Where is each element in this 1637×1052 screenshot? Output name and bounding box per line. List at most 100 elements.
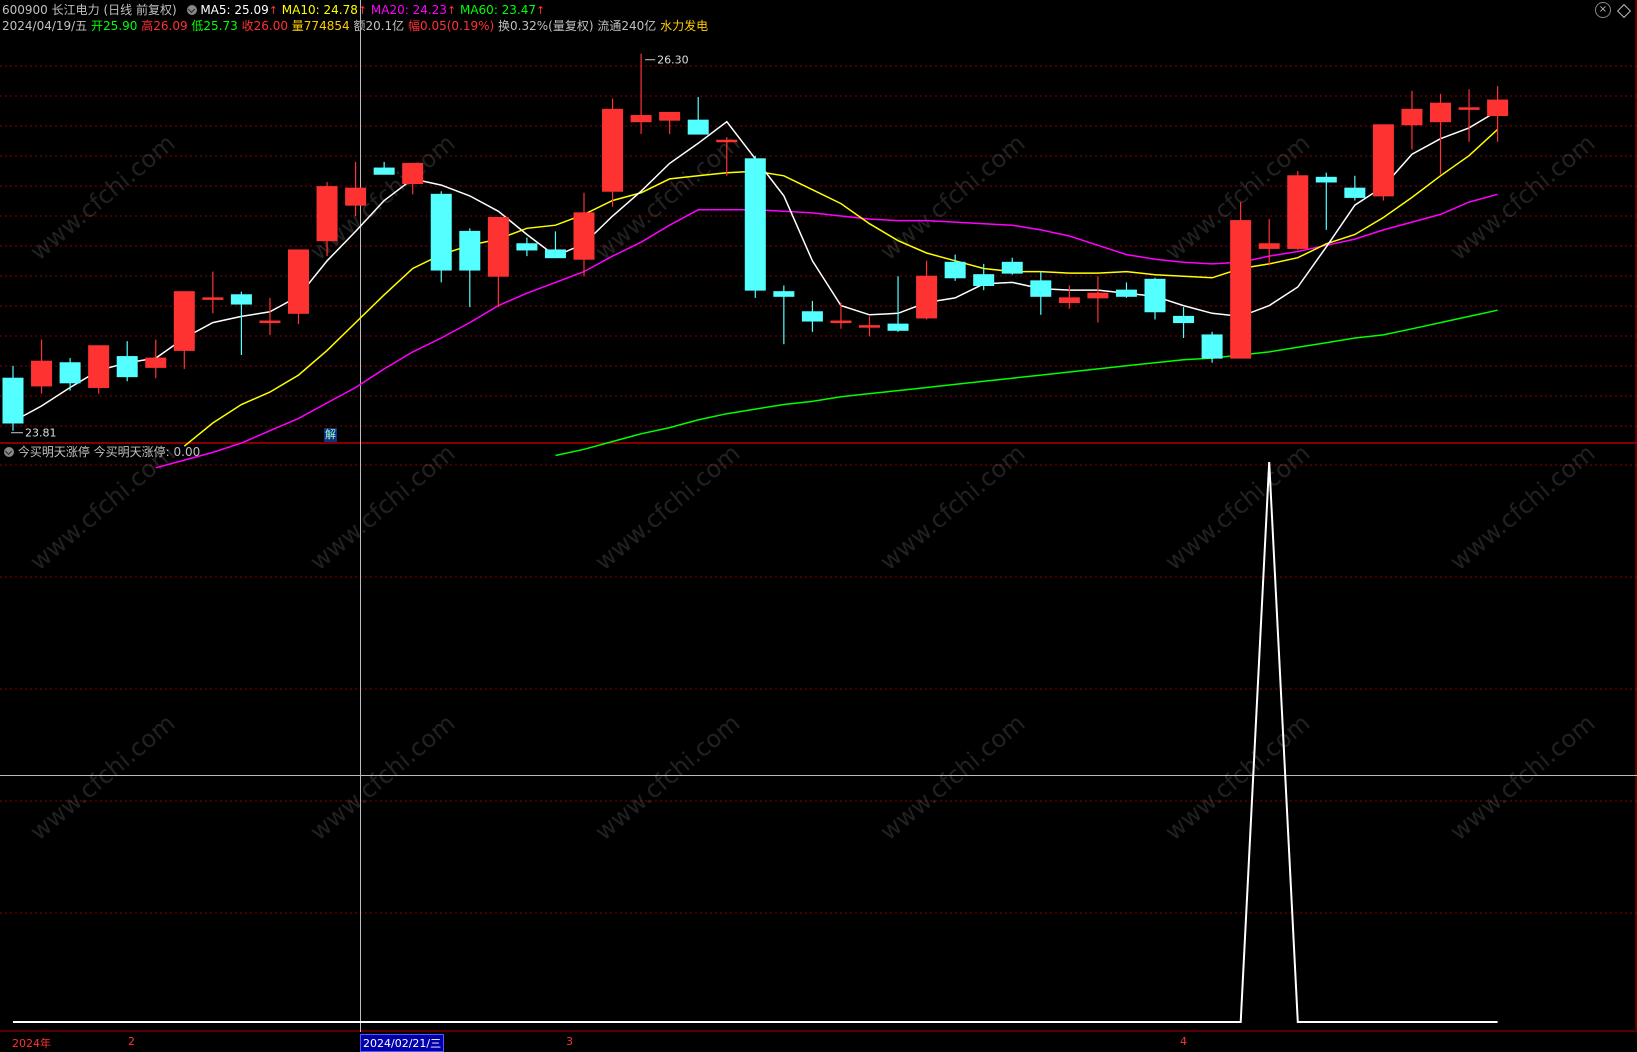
ma-legend-row: 600900 长江电力 (日线 前复权) MA5: 25.09↑ MA10: 2… [2,2,545,18]
ma20-up-arrow-icon: ↑ [446,4,457,17]
watermark-text: www.cfchi.com [875,439,1031,576]
candle-down [230,294,252,305]
ma10-up-arrow-icon: ↑ [357,4,368,17]
watermark-text: www.cfchi.com [1445,129,1601,266]
candle-up [288,249,309,314]
candle-down [2,377,24,424]
candle-up [145,357,167,368]
quote-info-row: 2024/04/19/五 开25.90 高26.09 低25.73 收26.00… [2,18,708,34]
quote-low: 低25.73 [191,19,238,33]
x-axis-month-2: 2 [128,1035,135,1048]
candle-down [944,261,966,279]
candle-up [1287,175,1309,249]
candle-down [544,249,566,259]
candle-up [830,320,852,324]
candle-down [887,323,909,331]
candle-up [1458,107,1480,110]
candle-up [916,275,938,319]
x-axis-month-4: 4 [1180,1035,1187,1048]
ma60-line [555,309,1498,457]
ma60-label: MA60: 23.47 [459,3,537,17]
watermark-text: www.cfchi.com [590,709,746,846]
candle-up [602,108,624,192]
ma5-label: MA5: 25.09 [200,3,269,17]
quote-turnover: 换0.32%(量复权) [498,19,594,33]
candle-down [116,356,138,378]
ma20-label: MA20: 24.23 [370,3,447,17]
jie-badge[interactable]: 解 [324,428,337,442]
candle-down [1144,278,1166,313]
watermark-text: www.cfchi.com [590,439,746,576]
close-icon[interactable]: × [1595,2,1611,18]
candle-down [59,362,81,384]
chart-stage[interactable]: www.cfchi.com www.cfchi.com www.cfchi.com w… [0,0,1637,1052]
quote-sector[interactable]: 水力发电 [660,19,708,33]
watermark-text: www.cfchi.com [1160,439,1316,576]
candle-down [773,291,795,297]
quote-change-label: 幅 [408,19,421,33]
candle-down [430,193,452,271]
candle-up [88,345,110,388]
candle-up [202,297,224,300]
candle-down [1030,280,1052,297]
candle-down [1201,334,1223,359]
ma10-label: MA10: 24.78 [281,3,358,17]
candle-up [487,217,509,277]
candle-down [1344,187,1366,198]
candle-up [259,320,281,324]
cursor-date-label: 2024/02/21/三 [360,1034,445,1052]
ma5-up-arrow-icon: ↑ [268,4,278,17]
candle-down [973,274,995,286]
candle-down [1001,261,1023,274]
quote-volume: 量774854 [291,19,350,33]
candle-up [716,139,738,143]
candle-up [1087,292,1109,299]
watermark-text: www.cfchi.com [1160,709,1316,846]
watermark-text: www.cfchi.com [875,129,1031,266]
watermark-text: www.cfchi.com [305,709,461,846]
candle-down [1173,315,1195,324]
candle-up [402,162,424,185]
x-axis-month-3: 3 [566,1035,573,1048]
candle-up [859,325,880,328]
quote-float-cap: 流通240亿 [597,19,657,33]
settings-circle-icon[interactable] [186,5,197,15]
candle-up [659,111,681,121]
watermark-text: www.cfchi.com [305,439,461,576]
indicator-legend-row: 今买明天涨停 今买明天涨停: 0.00 [2,444,200,460]
candle-up [345,187,367,206]
watermark-text: www.cfchi.com [1445,439,1601,576]
candle-down [1115,289,1137,297]
stock-name: 长江电力 [51,3,100,17]
candle-down [801,311,823,322]
quote-open: 开25.90 [91,19,138,33]
candle-down [687,119,709,135]
quote-close: 收26.00 [241,19,288,33]
watermark-text: www.cfchi.com [875,709,1031,846]
candle-up [573,212,595,260]
quote-amount: 额20.1亿 [353,19,405,33]
candle-down [516,243,538,251]
ma60-up-arrow-icon: ↑ [536,4,546,17]
quote-change: 0.05(0.19%) [420,19,495,33]
watermark-text: www.cfchi.com [25,129,181,266]
quote-high: 高26.09 [141,19,188,33]
candle-down [459,230,481,271]
candle-up [630,115,652,123]
candle-up [1258,243,1280,249]
indicator-name[interactable]: 今买明天涨停 [18,445,90,459]
candle-up [31,360,53,387]
chart-mode: (日线 前复权) [103,3,177,17]
candle-up [1487,99,1509,117]
watermark-text: www.cfchi.com [25,709,181,846]
candle-up [1401,108,1423,126]
stock-code: 600900 [2,3,48,17]
candle-up [1058,297,1080,303]
candle-up [1372,124,1394,197]
indicator-settings-circle-icon[interactable] [4,447,14,457]
chart-canvas[interactable]: www.cfchi.com www.cfchi.com www.cfchi.com w… [0,0,1637,1049]
candle-down [744,158,766,291]
high-mark-label: 26.30 [657,54,689,67]
candle-down [1315,176,1337,183]
watermark-text: www.cfchi.com [1445,709,1601,846]
